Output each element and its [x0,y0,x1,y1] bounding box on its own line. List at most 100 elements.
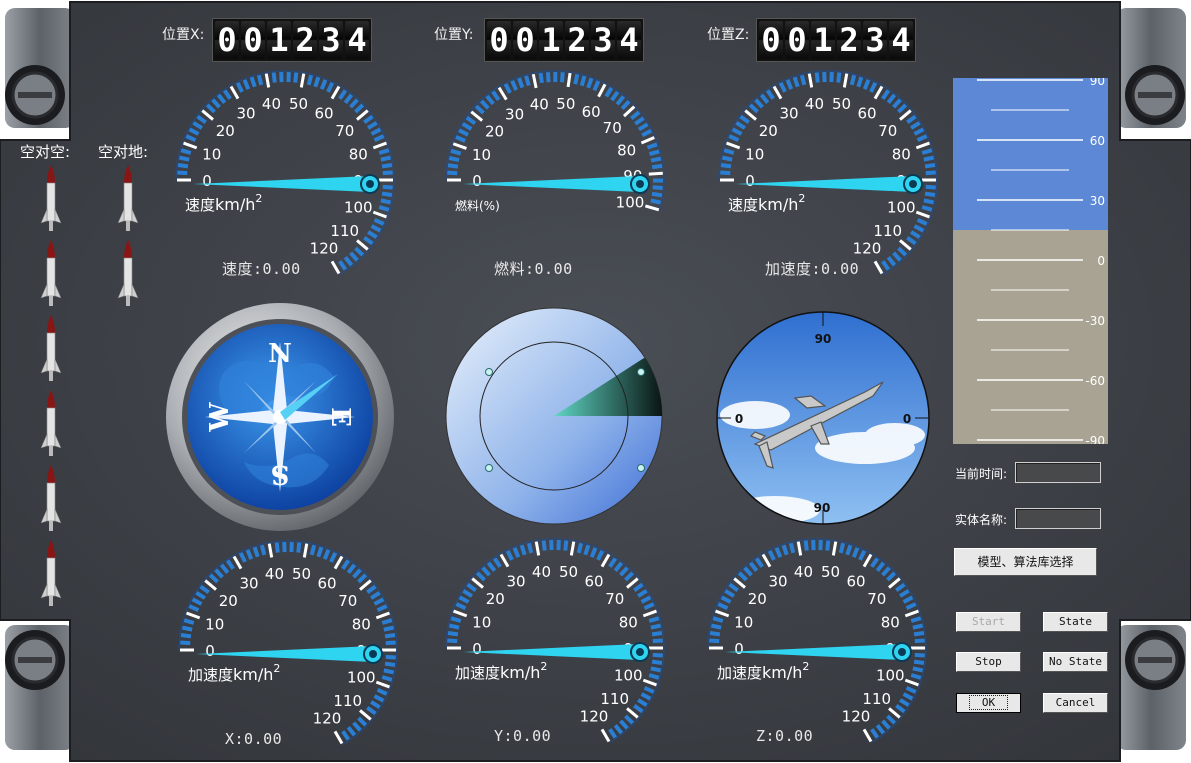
attitude-bottom-label: 90 [814,501,831,515]
air-to-air-label: 空对空: [20,143,71,161]
missile-icon [40,465,62,531]
gauge-tick-label: 50 [559,563,578,581]
ok-button[interactable]: OK [956,693,1021,713]
altitude-scale-label: 30 [1090,194,1105,208]
fuel-readout: 燃料:0.00 [494,260,573,278]
altitude-scale-label: 60 [1090,134,1105,148]
state-button[interactable]: State [1043,612,1108,632]
gauge-tick-label: 80 [349,145,368,163]
no-state-button[interactable]: No State [1043,652,1108,672]
gauge-tick-label: 120 [310,240,339,258]
radar-display [445,307,663,525]
entity-name-field[interactable] [1015,508,1101,529]
altitude-scale: 90 60 30 0 -30 -60 -90 [953,78,1108,444]
gauge-tick-label: 70 [603,119,622,137]
gauge-tick-label: 120 [313,710,342,728]
instrument-panel: 位置X: 0 0 1 2 3 4 位置Y: 0 0 1 2 3 4 位置Z: 0… [0,0,1191,763]
gauge-tick-label: 20 [485,123,504,141]
gauge-needle [736,176,913,192]
gauge-tick-label: 100 [614,667,643,685]
fuel-gauge: 010203040 50 60708090100燃料(%) [445,70,665,213]
entity-name-label: 实体名称: [955,513,1008,527]
air-to-ground-label: 空对地: [98,143,149,161]
gauge-tick-label: 60 [317,574,336,592]
screw-bottom-left [5,630,65,690]
gauge-needle [463,176,640,192]
gauge-tick-label: 110 [330,222,359,240]
position-z-counter: 0 0 1 2 3 4 [756,18,916,62]
attitude-left-label: 0 [735,412,743,426]
gauge-tick-label: 120 [842,708,871,726]
gauge-tick-label: 40 [262,95,281,113]
gauge-tick-label: 10 [205,615,224,633]
cancel-button[interactable]: Cancel [1043,693,1108,713]
gauge-tick-label: 40 [530,96,549,114]
gauge-tick-label: 70 [867,590,886,608]
model-algorithm-select-button[interactable]: 模型、算法库选择 [954,548,1097,576]
current-time-field[interactable] [1015,462,1101,483]
digit: 1 [811,21,835,59]
x-acceleration-gauge: 0102030405060708090100110120加速度km/h2 [178,540,398,746]
speed-gauge: 0102030405060708090100110120速度km/h2 [175,70,395,276]
y-acceleration-gauge: 0102030405060708090100110120加速度km/h2 [445,538,665,744]
gauge-tick-label: 30 [239,574,258,592]
gauge-tick-label: 40 [794,563,813,581]
gauge-tick-label: 40 [805,95,824,113]
gauge-tick-label: 20 [486,590,505,608]
gauge-tick-label: 80 [352,615,371,633]
gauge-tick-label: 0 [734,640,744,658]
gauge-name-label: 速度km/h2 [185,192,262,214]
gauge-tick-label: 80 [881,613,900,631]
missile-icon [117,240,139,306]
digit: 3 [319,21,343,59]
digit: 0 [785,21,809,59]
digit: 2 [837,21,861,59]
gauge-tick-label: 80 [892,145,911,163]
compass-e-label: E [325,407,355,427]
speed-readout: 速度:0.00 [222,260,301,278]
gauge-name-label: 加速度km/h2 [455,660,547,682]
acceleration-gauge: 0102030405060708090100110120速度km/h2 [718,70,938,276]
radar-contact [485,368,493,376]
digit: 0 [513,21,537,59]
missile-icon [40,240,62,306]
attitude-top-label: 90 [815,332,832,346]
gauge-needle [463,644,640,660]
gauge-tick-label: 50 [292,565,311,583]
altitude-scale-label: 0 [1097,254,1105,268]
gauge-tick-label: 70 [338,592,357,610]
gauge-tick-label: 10 [745,145,764,163]
sky-area [953,78,1108,230]
screw-bottom-right [1125,630,1185,690]
gauge-tick-label: 60 [584,572,603,590]
altitude-scale-label: -90 [1085,434,1105,444]
start-button[interactable]: Start [956,612,1021,632]
gauge-tick-label: 80 [619,613,638,631]
gauge-tick-label: 50 [821,563,840,581]
digit: 4 [889,21,913,59]
stop-button[interactable]: Stop [956,652,1021,672]
gauge-tick-label: 0 [205,642,215,660]
gauge-tick-label: 110 [600,690,629,708]
gauge-tick-label: 50 [832,95,851,113]
position-x-label: 位置X: [162,27,205,43]
gauge-tick-label: 80 [617,141,636,159]
gauge-tick-label: 30 [506,572,525,590]
digit: 3 [591,21,615,59]
gauge-tick-label: 30 [768,572,787,590]
gauge-tick-label: 100 [616,193,645,211]
gauge-tick-label: 100 [344,199,373,217]
position-y-counter: 0 0 1 2 3 4 [484,18,644,62]
position-x-counter: 0 0 1 2 3 4 [212,18,372,62]
z-acceleration-gauge: 0102030405060708090100110120加速度km/h2 [707,538,927,744]
missile-icon [40,165,62,231]
gauge-tick-label: 110 [873,222,902,240]
gauge-tick-label: 20 [219,592,238,610]
gauge-tick-label: 120 [853,240,882,258]
radar-contact [485,464,493,472]
gauge-tick-label: 0 [745,172,755,190]
gauge-tick-label: 40 [265,565,284,583]
ok-button-label: OK [968,695,1009,710]
gauge-tick-label: 100 [887,199,916,217]
digit: 3 [863,21,887,59]
